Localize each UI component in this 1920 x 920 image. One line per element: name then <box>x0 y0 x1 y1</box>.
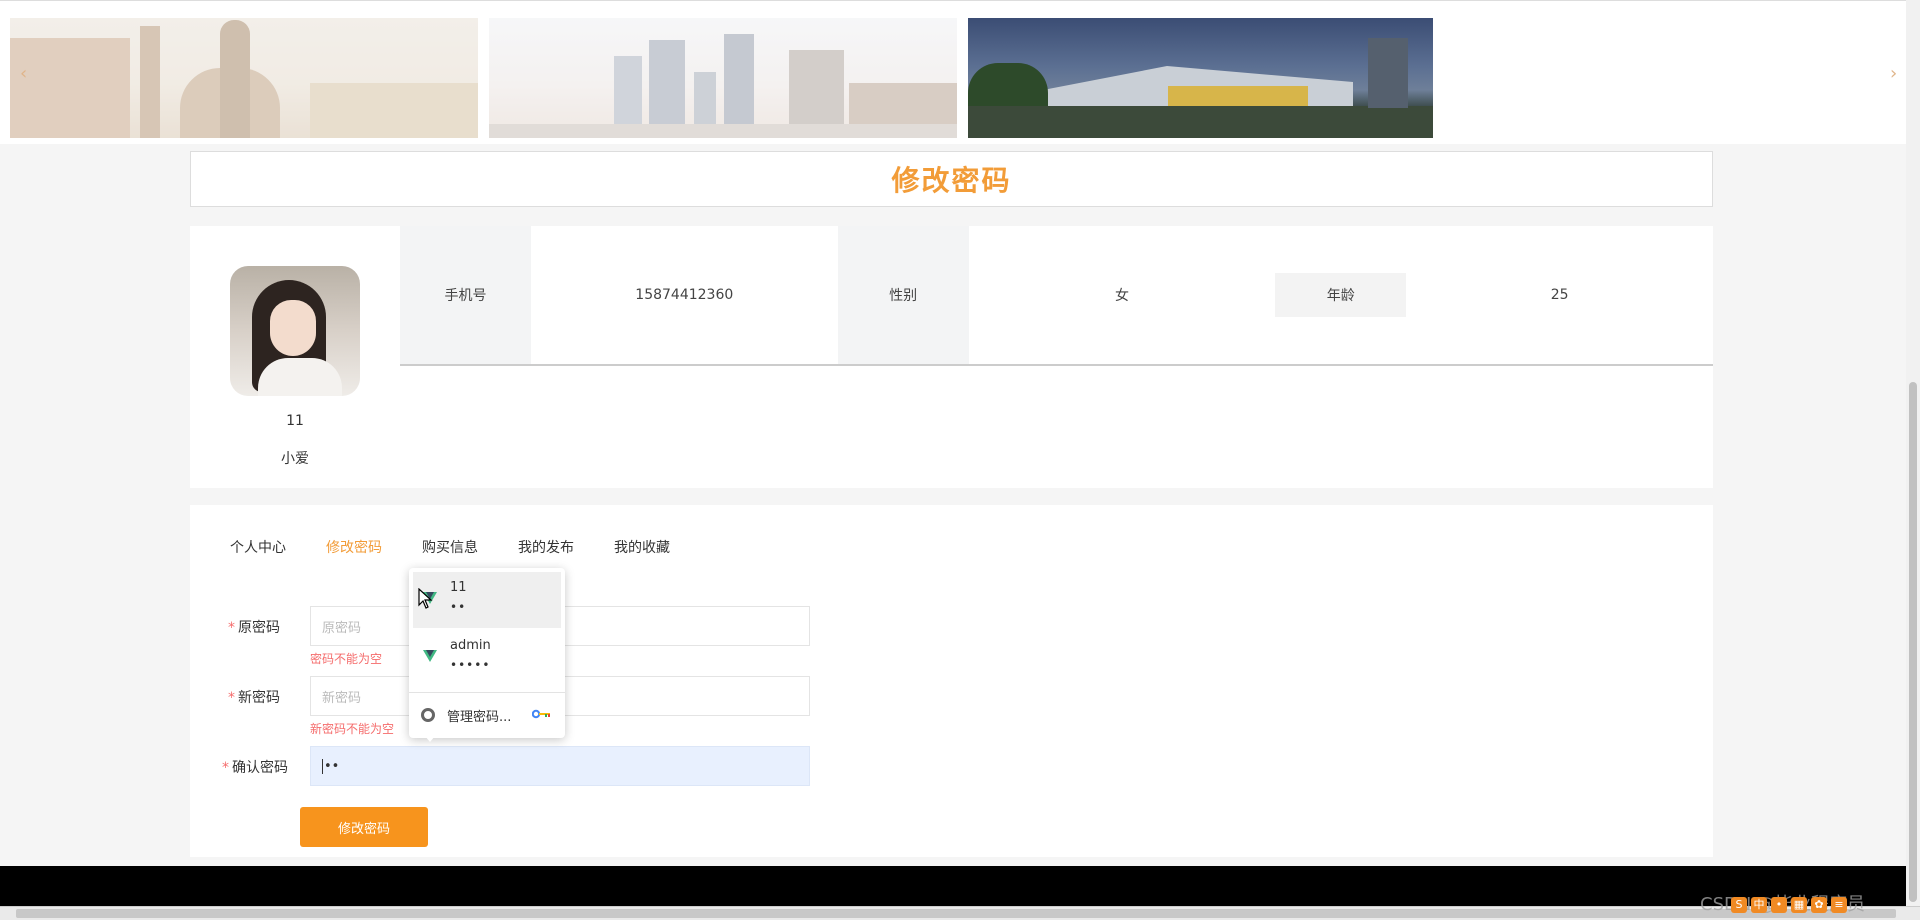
ime-settings-icon[interactable]: ≡ <box>1831 897 1847 913</box>
account-tabs: 个人中心 修改密码 购买信息 我的发布 我的收藏 <box>230 537 710 557</box>
age-value: 25 <box>1406 226 1714 364</box>
carousel-next-icon[interactable]: › <box>1890 63 1897 84</box>
vue-icon <box>423 650 437 662</box>
tab-my-posts[interactable]: 我的发布 <box>518 537 574 557</box>
confirm-password-input[interactable]: •• <box>310 746 810 786</box>
ime-skin-icon[interactable]: ✿ <box>1811 897 1827 913</box>
ime-punct-icon[interactable]: • <box>1771 897 1787 913</box>
gender-value: 女 <box>968 226 1276 364</box>
horizontal-scrollbar[interactable] <box>0 906 1920 920</box>
phone-value: 15874412360 <box>530 226 838 364</box>
chrome-icon <box>421 708 435 722</box>
profile-info-row: 手机号 15874412360 性别 女 年龄 25 <box>400 226 1714 366</box>
profile-nickname: 小爱 <box>281 451 309 467</box>
key-icon <box>532 709 550 719</box>
autofill-entry[interactable]: 11 •• <box>413 572 561 628</box>
tab-personal-center[interactable]: 个人中心 <box>230 537 286 557</box>
avatar <box>230 266 360 396</box>
profile-username: 11 <box>286 413 304 429</box>
mouse-cursor-icon <box>418 588 433 609</box>
carousel-slide-2[interactable] <box>489 18 957 138</box>
vertical-scrollbar[interactable] <box>1906 0 1920 906</box>
carousel-slide-1[interactable] <box>10 18 478 138</box>
change-password-button[interactable]: 修改密码 <box>300 807 428 847</box>
age-label: 年龄 <box>1275 273 1407 317</box>
phone-label: 手机号 <box>400 226 531 364</box>
new-password-error: 新密码不能为空 <box>310 722 395 736</box>
image-carousel[interactable]: ‹ › <box>0 0 1920 144</box>
carousel-prev-icon[interactable]: ‹ <box>20 63 27 84</box>
ime-keyboard-icon[interactable]: ▦ <box>1791 897 1807 913</box>
tab-change-password[interactable]: 修改密码 <box>326 537 382 557</box>
profile-card: 11 小爱 手机号 15874412360 性别 女 年龄 25 <box>190 226 1714 488</box>
page-title-box: 修改密码 <box>190 151 1713 207</box>
ime-toolbar[interactable]: S 中 • ▦ ✿ ≡ <box>1731 894 1909 916</box>
tab-my-favorites[interactable]: 我的收藏 <box>614 537 670 557</box>
autofill-entry[interactable]: admin ••••• <box>413 630 561 686</box>
carousel-slide-3[interactable] <box>968 18 1433 138</box>
autofill-divider <box>409 692 565 693</box>
footer-bar <box>0 866 1920 906</box>
page-title: 修改密码 <box>891 164 1012 197</box>
confirm-password-label: * 确认密码 <box>222 760 288 776</box>
ime-mode-icon[interactable]: 中 <box>1751 897 1767 913</box>
manage-passwords-link[interactable]: 管理密码... <box>447 706 511 725</box>
old-password-error: 密码不能为空 <box>310 652 383 666</box>
new-password-label: * 新密码 <box>228 690 280 706</box>
ime-logo-icon[interactable]: S <box>1731 897 1747 913</box>
gender-label: 性别 <box>837 226 969 364</box>
tab-purchase-info[interactable]: 购买信息 <box>422 537 478 557</box>
old-password-label: * 原密码 <box>228 620 280 636</box>
